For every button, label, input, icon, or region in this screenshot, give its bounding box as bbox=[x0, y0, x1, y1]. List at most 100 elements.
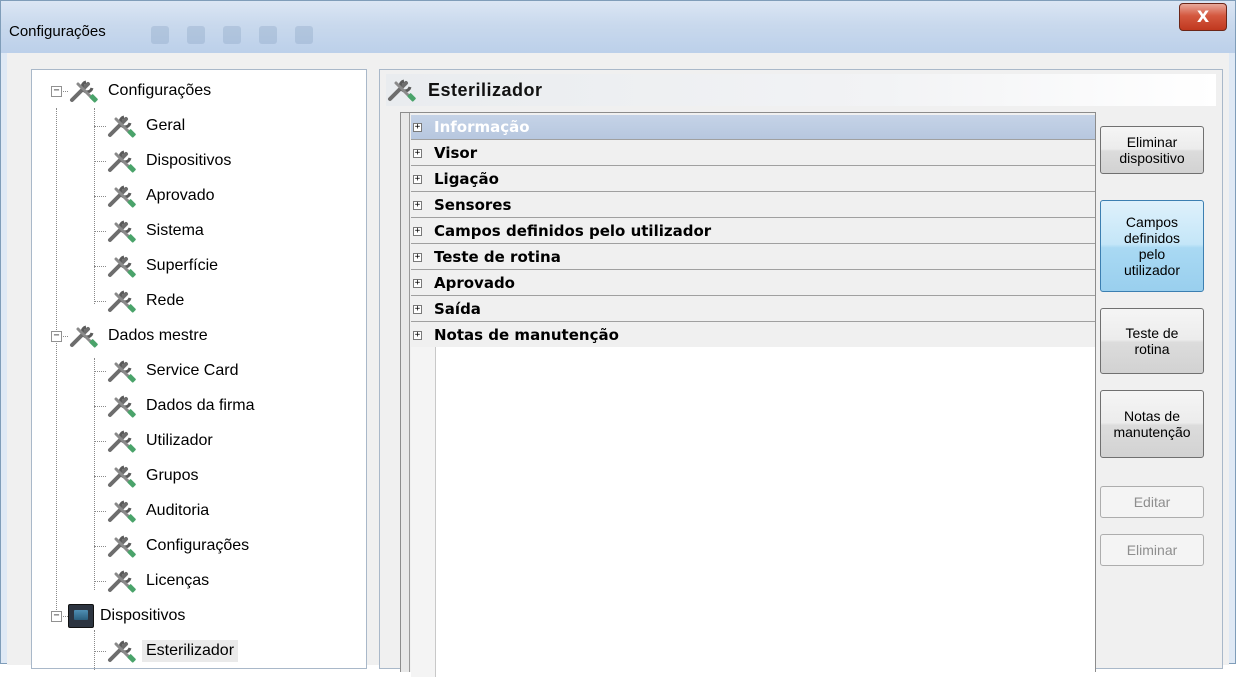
tree-label: Aprovado bbox=[146, 187, 215, 204]
tree-line bbox=[94, 581, 106, 582]
collapse-icon[interactable]: − bbox=[51, 86, 62, 97]
tree-leaf[interactable]: Utilizador bbox=[106, 424, 213, 458]
tree-node[interactable]: Configurações bbox=[68, 74, 211, 108]
tools-icon bbox=[108, 255, 136, 278]
tree-leaf[interactable]: Service Card bbox=[106, 354, 238, 388]
grid-gutter bbox=[401, 113, 410, 672]
tree-label: Dispositivos bbox=[100, 607, 186, 624]
tree-label: Utilizador bbox=[146, 432, 213, 449]
grid-empty-gutter bbox=[411, 347, 436, 677]
user-fields-button[interactable]: Campos definidos pelo utilizador bbox=[1100, 200, 1204, 292]
tree-label: Dispositivos bbox=[146, 152, 232, 169]
expand-icon[interactable]: + bbox=[413, 226, 422, 236]
tools-icon bbox=[70, 80, 98, 103]
property-grid[interactable]: + Informação + Visor + Ligação + Sensores + Campo… bbox=[400, 112, 1096, 677]
routine-test-label: Teste de rotina bbox=[1125, 325, 1179, 357]
tree-line bbox=[94, 358, 95, 590]
tree-label: Sistema bbox=[146, 222, 204, 239]
tree-label: Dados da firma bbox=[146, 397, 255, 414]
grid-category-row[interactable]: + Teste de rotina bbox=[411, 245, 1095, 270]
tree-leaf[interactable]: Licenças bbox=[106, 564, 209, 598]
tools-icon bbox=[108, 360, 136, 383]
expand-icon[interactable]: + bbox=[413, 304, 422, 314]
title-bar: Configurações X bbox=[1, 1, 1235, 53]
edit-label: Editar bbox=[1133, 494, 1171, 510]
tree-line bbox=[94, 651, 106, 652]
settings-tree[interactable]: Configurações − Geral Dispositivos Aprovado S… bbox=[31, 69, 367, 670]
tools-icon bbox=[388, 79, 416, 102]
tree-line bbox=[94, 301, 106, 302]
delete-button[interactable]: Eliminar bbox=[1100, 534, 1204, 566]
category-label: Aprovado bbox=[434, 274, 515, 292]
category-label: Notas de manutenção bbox=[434, 326, 619, 344]
tree-leaf[interactable]: Dispositivos bbox=[106, 144, 231, 178]
expand-icon[interactable]: + bbox=[413, 252, 422, 262]
tree-leaf[interactable]: Superfície bbox=[106, 249, 218, 283]
expand-icon[interactable]: + bbox=[413, 122, 422, 132]
tree-leaf[interactable]: Aprovado bbox=[106, 179, 215, 213]
tree-leaf[interactable]: Configurações bbox=[106, 529, 249, 563]
tree-label: Licenças bbox=[146, 572, 210, 589]
tree-label: Grupos bbox=[146, 467, 199, 484]
grid-category-row[interactable]: + Campos definidos pelo utilizador bbox=[411, 219, 1095, 244]
close-button[interactable]: X bbox=[1179, 3, 1227, 31]
tree-leaf[interactable]: Geral bbox=[106, 109, 185, 143]
routine-test-button[interactable]: Teste de rotina bbox=[1100, 308, 1204, 374]
tools-icon bbox=[108, 185, 136, 208]
expand-icon[interactable]: + bbox=[413, 148, 422, 158]
collapse-icon[interactable]: − bbox=[51, 611, 62, 622]
grid-category-row[interactable]: + Sensores bbox=[411, 193, 1095, 218]
tree-line bbox=[94, 108, 95, 304]
tree-line bbox=[94, 371, 106, 372]
user-fields-label: Campos definidos pelo utilizador bbox=[1123, 214, 1181, 278]
tree-leaf[interactable]: Esterilizador bbox=[106, 634, 239, 668]
expand-icon[interactable]: + bbox=[413, 200, 422, 210]
faded-icon bbox=[295, 26, 313, 44]
tree-leaf[interactable]: Rede bbox=[106, 284, 184, 318]
category-label: Sensores bbox=[434, 196, 512, 214]
tools-icon bbox=[108, 465, 136, 488]
category-label: Teste de rotina bbox=[434, 248, 561, 266]
monitor-icon bbox=[68, 604, 94, 628]
grid-category-row[interactable]: + Saída bbox=[411, 297, 1095, 322]
tree-leaf[interactable]: Auditoria bbox=[106, 494, 209, 528]
delete-device-label: Eliminar dispositivo bbox=[1119, 134, 1185, 166]
tree-leaf[interactable]: Sistema bbox=[106, 214, 204, 248]
device-panel: Esterilizador + Informação + Visor + Ligação +… bbox=[379, 69, 1223, 677]
grid-category-row[interactable]: + Informação bbox=[411, 115, 1095, 140]
grid-category-row[interactable]: + Aprovado bbox=[411, 271, 1095, 296]
faded-icon bbox=[187, 26, 205, 44]
tree-label: Geral bbox=[146, 117, 186, 134]
tree-line bbox=[94, 266, 106, 267]
tree-node[interactable]: Dispositivos bbox=[68, 599, 185, 633]
tree-line bbox=[94, 546, 106, 547]
grid-category-row[interactable]: + Notas de manutenção bbox=[411, 323, 1095, 348]
settings-window: Configurações X Configurações − Geral Dispo… bbox=[0, 0, 1236, 677]
tree-line bbox=[94, 126, 106, 127]
panel-title: Esterilizador bbox=[428, 79, 543, 100]
tree-label: Superfície bbox=[146, 257, 219, 274]
delete-device-button[interactable]: Eliminar dispositivo bbox=[1100, 126, 1204, 174]
tree-node[interactable]: Dados mestre bbox=[68, 319, 208, 353]
tree-leaf[interactable]: Grupos bbox=[106, 459, 198, 493]
expand-icon[interactable]: + bbox=[413, 278, 422, 288]
grid-category-row[interactable]: + Visor bbox=[411, 141, 1095, 166]
tree-label: Auditoria bbox=[146, 502, 210, 519]
maintenance-notes-button[interactable]: Notas de manutenção bbox=[1100, 390, 1204, 458]
expand-icon[interactable]: + bbox=[413, 330, 422, 340]
tree-line bbox=[94, 231, 106, 232]
tools-icon bbox=[108, 115, 136, 138]
tools-icon bbox=[108, 290, 136, 313]
grid-category-row[interactable]: + Ligação bbox=[411, 167, 1095, 192]
grid-empty-area bbox=[411, 347, 1095, 677]
tree-leaf[interactable]: Dados da firma bbox=[106, 389, 255, 423]
tools-icon bbox=[108, 640, 136, 663]
tools-icon bbox=[108, 430, 136, 453]
category-label: Visor bbox=[434, 144, 478, 162]
faded-icon bbox=[151, 26, 169, 44]
tree-label: Dados mestre bbox=[108, 327, 208, 344]
edit-button[interactable]: Editar bbox=[1100, 486, 1204, 518]
expand-icon[interactable]: + bbox=[413, 174, 422, 184]
tree-label: Service Card bbox=[146, 362, 239, 379]
collapse-icon[interactable]: − bbox=[51, 331, 62, 342]
